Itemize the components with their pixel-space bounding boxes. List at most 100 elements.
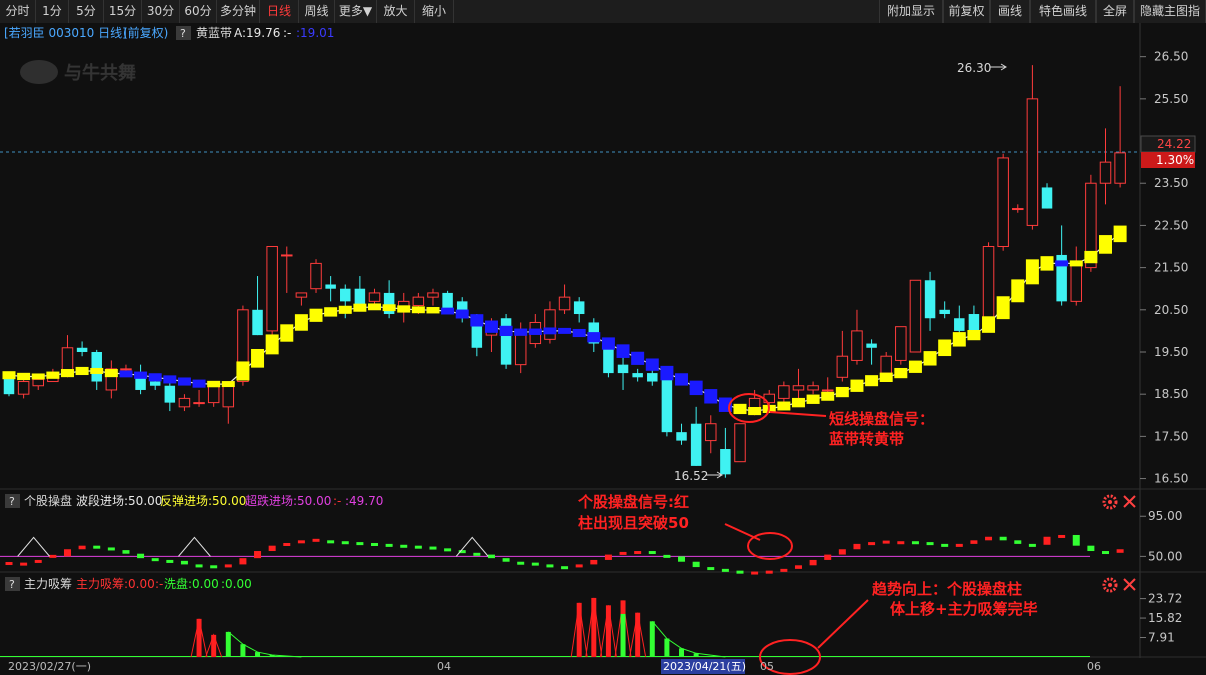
p2-y-tick-label-0: 95.00	[1148, 509, 1182, 523]
band-block-73	[1069, 260, 1083, 267]
toolbar-item-0[interactable]: 分时	[0, 0, 36, 23]
candle-body-61	[895, 326, 907, 361]
band-block-32	[470, 314, 484, 327]
toolbar-right-item-5[interactable]: 隐藏主图指标	[1134, 0, 1206, 41]
candle-body-73	[1070, 262, 1083, 302]
toolbar-item-5[interactable]: 60分	[180, 0, 217, 23]
p2-bar-70	[1028, 543, 1036, 547]
p2-bar-15	[224, 564, 232, 568]
candle-body-62	[909, 279, 922, 353]
p2-dash-3	[49, 554, 57, 558]
toolbar-item-7[interactable]: 日线	[260, 0, 299, 23]
candle-body-12	[178, 397, 191, 408]
band-block-48	[704, 389, 718, 404]
p2-bar-49	[721, 568, 729, 572]
toolbar-item-9[interactable]: 更多▼	[335, 0, 377, 23]
p2-bar-35	[517, 561, 525, 565]
p2-bar-41	[604, 554, 612, 560]
toolbar-right-item-2[interactable]: 画线	[990, 0, 1030, 23]
candle-body-11	[164, 385, 176, 403]
band-block-61	[894, 367, 908, 379]
toolbar-item-1[interactable]: 1分	[36, 0, 69, 23]
toolbar-item-11[interactable]: 缩小	[415, 0, 454, 23]
p3-green-bar-42	[620, 613, 626, 657]
toolbar-item-6[interactable]: 多分钟	[217, 0, 260, 23]
band-block-60	[879, 372, 893, 382]
band-block-51	[748, 407, 762, 416]
y-tick-label-7: 23.50	[1154, 176, 1188, 190]
p3-red-bar-39	[576, 602, 582, 657]
p2-bar-50	[736, 570, 744, 574]
band-block-31	[455, 309, 469, 319]
band-block-38	[558, 327, 572, 334]
panel2-l4: :49.70	[345, 494, 383, 508]
p3-green-bar-15	[225, 631, 231, 657]
toolbar-right-item-0[interactable]: 附加显示	[879, 0, 943, 23]
y-tick-label-3: 19.50	[1154, 345, 1188, 359]
toolbar-item-2[interactable]: 5分	[69, 0, 104, 23]
band-block-29	[426, 307, 440, 314]
p2-bar-32	[473, 552, 481, 556]
toolbar-item-8[interactable]: 周线	[299, 0, 335, 23]
candle-body-65	[954, 318, 965, 331]
p2-bar-33	[487, 554, 495, 559]
p2-bar-28	[414, 545, 422, 549]
p2-bar-27	[400, 544, 408, 548]
panel3-dash: :-	[155, 577, 163, 591]
toolbar-item-3[interactable]: 15分	[104, 0, 142, 23]
panel3-l3: :0.00	[221, 577, 252, 591]
p2-bar-46	[678, 556, 686, 562]
band-block-67	[982, 316, 996, 333]
band-block-28	[411, 306, 425, 314]
y-tick-label-0: 16.50	[1154, 472, 1188, 486]
logo-text: 与牛共舞	[64, 62, 136, 84]
p2-bar-36	[531, 562, 539, 566]
y-tick-label-2: 18.50	[1154, 387, 1188, 401]
panel2-l3: 超跌进场:50.00	[245, 493, 331, 508]
p2-bar-34	[502, 558, 510, 562]
candle-body-44	[647, 373, 658, 382]
p2-bar-19	[283, 543, 291, 546]
band-block-43	[631, 351, 645, 365]
band-block-63	[923, 351, 937, 366]
candle-body-54	[792, 385, 805, 391]
p2-bar-14	[210, 565, 218, 569]
band-block-45	[660, 365, 674, 381]
p3-green-bar-44	[649, 621, 655, 657]
candle-body-57	[836, 355, 849, 378]
toolbar-right-item-1[interactable]: 前复权	[943, 0, 990, 23]
band-block-21	[309, 308, 323, 322]
p3-red-bar-43	[635, 612, 641, 657]
panel3-l1: 主力吸筹:0.00	[76, 577, 155, 591]
candle-body-18	[266, 246, 278, 332]
p2-bar-54	[794, 565, 802, 569]
indicator-dash: :-	[283, 26, 291, 40]
x-label-4: 06	[1087, 660, 1101, 673]
candle-body-59	[866, 343, 877, 348]
candle-body-38	[558, 296, 571, 311]
toolbar-item-10[interactable]: 放大	[377, 0, 415, 23]
p2-bar-53	[780, 568, 788, 572]
p2-bar-57	[838, 549, 846, 555]
band-block-14	[207, 380, 221, 388]
p2-bar-5	[78, 545, 86, 550]
y-tick-label-5: 21.50	[1154, 261, 1188, 275]
candle-body-14	[207, 385, 220, 404]
band-block-68	[996, 296, 1010, 320]
band-block-25	[368, 303, 381, 311]
y-tick-label-1: 17.50	[1154, 429, 1188, 443]
toolbar-item-4[interactable]: 30分	[142, 0, 180, 23]
candle-body-34	[500, 318, 512, 365]
p2-bar-48	[707, 567, 715, 571]
y-tick-label-9: 26.50	[1154, 50, 1188, 64]
p3-red-bar-13	[196, 618, 202, 657]
p2-bar-56	[824, 554, 832, 560]
band-block-0	[2, 371, 16, 380]
candle-body-66	[968, 314, 980, 331]
toolbar-right-item-3[interactable]: 特色画线	[1030, 0, 1096, 23]
p2-bar-69	[1014, 540, 1022, 544]
toolbar-right-item-4[interactable]: 全屏	[1096, 0, 1134, 23]
x-label-1: 04	[437, 660, 451, 673]
signal1-text-1: 短线操盘信号：	[829, 410, 934, 428]
band-block-15	[221, 381, 235, 388]
